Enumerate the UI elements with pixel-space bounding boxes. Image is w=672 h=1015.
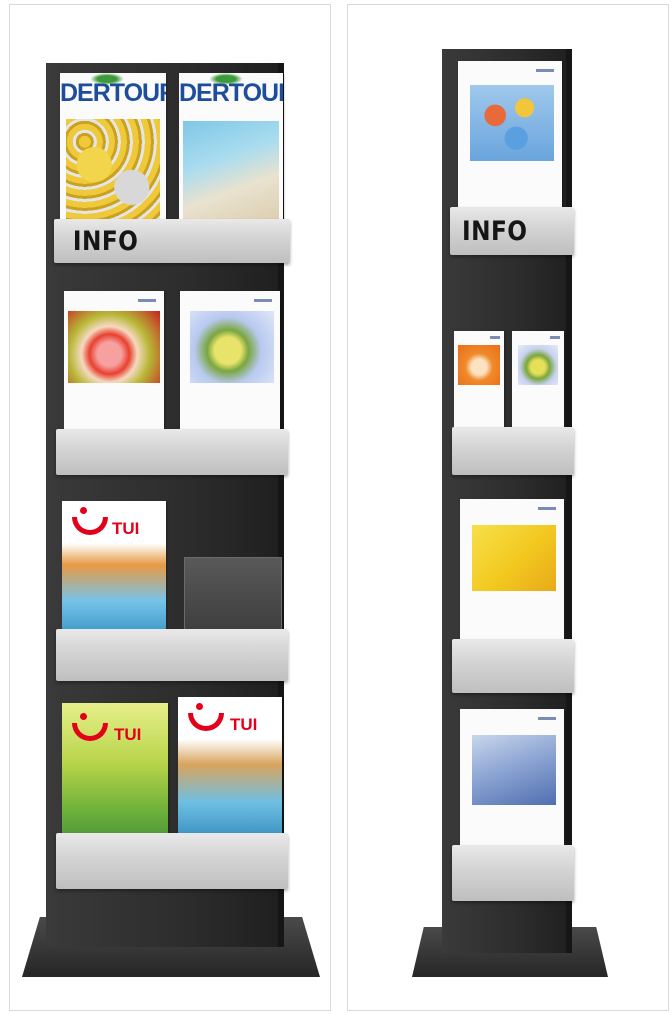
tui-logo-smile-icon [72, 517, 108, 535]
lemons-photo [66, 119, 160, 233]
dertour-brochure-left: DERTOUR [60, 73, 166, 233]
info-sign-text: INFO [462, 215, 528, 247]
info-sign-text: INFO [72, 225, 139, 257]
brochure-logo-mark [538, 507, 556, 510]
brochure-tray-4 [452, 845, 574, 901]
yellow-brochure [460, 499, 564, 651]
info-sign-tray: INFO [450, 207, 574, 255]
brochure-logo-mark [536, 69, 554, 72]
brochure-tray-3 [56, 629, 288, 681]
tui-logo-dot-icon [196, 703, 203, 710]
grapefruit-brochure [64, 291, 164, 439]
dertour-brochure-right: DERTOUR [179, 73, 283, 233]
brochure-tray-3 [452, 639, 574, 693]
brochure-tray-2 [56, 429, 288, 475]
lemon-photo [518, 345, 558, 385]
lemon-photo [190, 311, 274, 383]
brochure-logo-mark [138, 299, 156, 302]
dertour-logo: DERTOUR [179, 79, 283, 107]
brochure-tray-4 [56, 833, 288, 889]
small-orange-brochure [454, 331, 504, 427]
dertour-logo: DERTOUR [60, 79, 166, 107]
orange-photo [458, 345, 500, 385]
empty-brochure-pocket [184, 557, 282, 639]
dertour-subtitle [179, 109, 283, 115]
tui-logo-text: TUI [112, 519, 140, 538]
brochure-logo-mark [550, 336, 560, 339]
right-stand-panel: INFO [347, 4, 669, 1011]
tui-logo-smile-icon [72, 723, 108, 741]
tui-logo-text: TUI [114, 725, 142, 744]
beach-photo [183, 121, 279, 233]
tui-brochure-3: TUI [178, 697, 282, 847]
blue-brochure [460, 709, 564, 861]
grapefruit-photo [68, 311, 160, 383]
brochure-logo-mark [490, 336, 500, 339]
balloons-brochure [458, 61, 562, 211]
brochure-tray-2 [452, 427, 574, 475]
balloons-photo [470, 85, 554, 161]
brochure-logo-mark [254, 299, 272, 302]
tui-logo-dot-icon [80, 507, 87, 514]
tui-logo-smile-icon [188, 713, 224, 731]
left-stand-panel: DERTOUR DERTOUR INFO TUI TUI TUI [9, 4, 331, 1011]
small-lemon-brochure [512, 331, 564, 427]
lemon-brochure [180, 291, 280, 439]
tui-logo-text: TUI [230, 715, 258, 734]
yellow-photo [472, 525, 556, 591]
brochure-logo-mark [538, 717, 556, 720]
tui-logo-dot-icon [80, 713, 87, 720]
tui-brochure-1: TUI [62, 501, 166, 643]
info-sign-tray: INFO [54, 219, 290, 263]
sky-photo [472, 735, 556, 805]
